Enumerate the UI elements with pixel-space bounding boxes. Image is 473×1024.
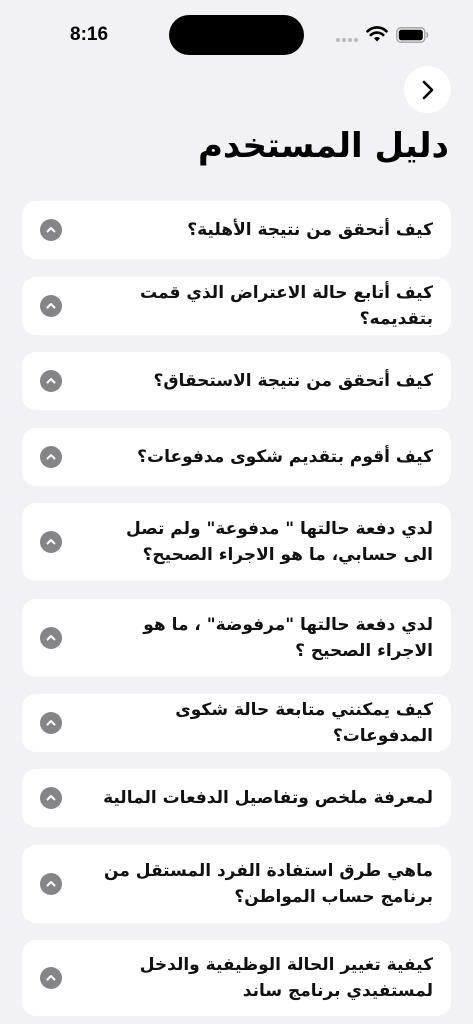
faq-question: لدي دفعة حالتها " مدفوعة" ولم تصل الى حس… (126, 519, 433, 565)
faq-item[interactable]: ماهي طرق استفادة الفرد المستقل من برنامج… (22, 845, 451, 923)
faq-item[interactable]: كيفية تغيير الحالة الوظيفية والدخل لمستف… (22, 940, 451, 1016)
faq-question: كيفية تغيير الحالة الوظيفية والدخل لمستف… (139, 955, 433, 1001)
faq-question: لمعرفة ملخص وتفاصيل الدفعات المالية (103, 788, 433, 808)
faq-question: كيف يمكنني متابعة حالة شكوى المدفوعات؟ (175, 700, 433, 746)
back-button[interactable] (404, 66, 451, 113)
chevron-up-icon[interactable] (40, 370, 62, 392)
chevron-up-icon[interactable] (40, 873, 62, 895)
battery-icon (396, 27, 429, 43)
chevron-up-icon[interactable] (40, 967, 62, 989)
user-guide-screen: 8:16 دليل المستخدم كيف أتحقق من نتيجة ال… (0, 0, 473, 1024)
chevron-up-icon[interactable] (40, 712, 62, 734)
faq-item[interactable]: كيف أتحقق من نتيجة الأهلية؟ (22, 201, 451, 259)
faq-item[interactable]: لدي دفعة حالتها " مدفوعة" ولم تصل الى حس… (22, 503, 451, 581)
faq-item[interactable]: كيف أتحقق من نتيجة الاستحقاق؟ (22, 352, 451, 410)
faq-question: كيف أتحقق من نتيجة الأهلية؟ (187, 220, 433, 240)
status-time: 8:16 (70, 24, 109, 45)
faq-question: لدي دفعة حالتها "مرفوضة" ، ما هو الاجراء… (143, 615, 433, 661)
page-title: دليل المستخدم (197, 126, 449, 166)
chevron-up-icon[interactable] (40, 787, 62, 809)
faq-question: كيف أتحقق من نتيجة الاستحقاق؟ (153, 371, 434, 391)
chevron-up-icon[interactable] (40, 627, 62, 649)
faq-item[interactable]: لمعرفة ملخص وتفاصيل الدفعات المالية (22, 769, 451, 827)
chevron-up-icon[interactable] (40, 446, 62, 468)
faq-question: ماهي طرق استفادة الفرد المستقل من برنامج… (104, 861, 433, 907)
faq-item[interactable]: كيف أقوم بتقديم شكوى مدفوعات؟ (22, 428, 451, 486)
faq-item[interactable]: كيف أتابع حالة الاعتراض الذي قمت بتقديمه… (22, 277, 451, 335)
faq-item[interactable]: لدي دفعة حالتها "مرفوضة" ، ما هو الاجراء… (22, 599, 451, 677)
dynamic-island (169, 15, 304, 55)
chevron-up-icon[interactable] (40, 531, 62, 553)
chevron-up-icon[interactable] (40, 295, 62, 317)
faq-question: كيف أتابع حالة الاعتراض الذي قمت بتقديمه… (139, 283, 433, 329)
faq-item[interactable]: كيف يمكنني متابعة حالة شكوى المدفوعات؟ (22, 694, 451, 752)
chevron-up-icon[interactable] (40, 219, 62, 241)
wifi-icon (366, 26, 388, 42)
status-bar: 8:16 (0, 0, 473, 70)
chevron-right-icon (422, 80, 433, 99)
signal-icon (336, 38, 358, 42)
faq-question: كيف أقوم بتقديم شكوى مدفوعات؟ (137, 447, 433, 467)
